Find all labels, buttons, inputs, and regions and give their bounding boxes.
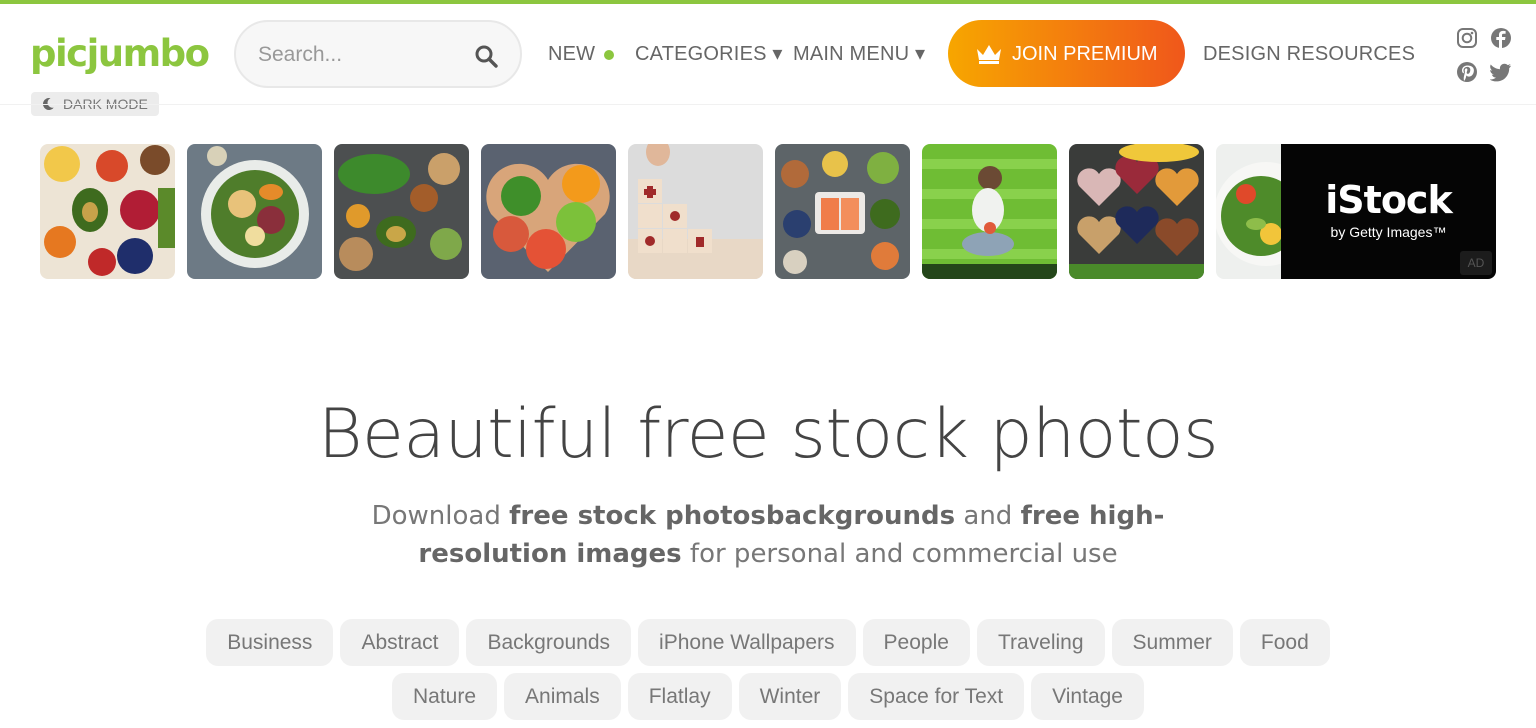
istock-ad-banner[interactable]: iStock by Getty Images™ AD xyxy=(1281,144,1496,279)
tag-food[interactable]: Food xyxy=(1239,619,1330,666)
superfood-spread-image xyxy=(334,144,469,279)
photo-thumbnail[interactable] xyxy=(334,144,469,279)
photo-thumbnail[interactable] xyxy=(481,144,616,279)
superfood-hearts-image xyxy=(1069,144,1204,279)
photo-thumbnail[interactable] xyxy=(40,144,175,279)
ad-badge: AD xyxy=(1460,251,1492,275)
nav-design-resources[interactable]: DESIGN RESOURCES xyxy=(1203,41,1415,67)
tag-space-for-text[interactable]: Space for Text xyxy=(848,673,1025,720)
nav-new[interactable]: NEW xyxy=(548,41,595,67)
photo-thumbnail[interactable] xyxy=(922,144,1057,279)
search-box[interactable] xyxy=(234,20,522,88)
tag-iphone-wallpapers[interactable]: iPhone Wallpapers xyxy=(638,619,856,666)
tags-row-1: Business Abstract Backgrounds iPhone Wal… xyxy=(0,619,1536,666)
fruit-heart-bowl-image xyxy=(481,144,616,279)
tag-people[interactable]: People xyxy=(862,619,970,666)
vegetables-flatlay-image xyxy=(40,144,175,279)
twitter-icon[interactable] xyxy=(1490,61,1512,83)
hero-subtitle: Download free stock photosbackgrounds an… xyxy=(371,501,1165,569)
facebook-icon[interactable] xyxy=(1490,27,1512,49)
photo-thumbnail[interactable] xyxy=(187,144,322,279)
pinterest-icon[interactable] xyxy=(1456,61,1478,83)
istock-tagline: by Getty Images™ xyxy=(1330,224,1447,240)
picnic-woman-image xyxy=(922,144,1057,279)
tag-summer[interactable]: Summer xyxy=(1111,619,1233,666)
salmon-vegetables-image xyxy=(775,144,910,279)
tag-animals[interactable]: Animals xyxy=(504,673,621,720)
photo-thumbnail[interactable] xyxy=(775,144,910,279)
tag-winter[interactable]: Winter xyxy=(738,673,842,720)
nav-main-menu[interactable]: MAIN MENU ▾ xyxy=(793,41,925,67)
join-premium-label: JOIN PREMIUM xyxy=(1012,43,1158,65)
search-icon[interactable] xyxy=(474,44,498,68)
tag-backgrounds[interactable]: Backgrounds xyxy=(466,619,632,666)
crown-icon xyxy=(977,45,1001,64)
tag-vintage[interactable]: Vintage xyxy=(1031,673,1144,720)
header-divider xyxy=(0,104,1536,105)
join-premium-button[interactable]: JOIN PREMIUM xyxy=(948,20,1185,87)
logo[interactable]: picjumbo xyxy=(30,30,210,78)
tag-abstract[interactable]: Abstract xyxy=(340,619,460,666)
top-accent-bar xyxy=(0,0,1536,4)
hero-title: Beautiful free stock photos xyxy=(317,395,1219,474)
instagram-icon[interactable] xyxy=(1456,27,1478,49)
tag-nature[interactable]: Nature xyxy=(392,673,498,720)
tag-traveling[interactable]: Traveling xyxy=(976,619,1105,666)
nav-categories[interactable]: CATEGORIES ▾ xyxy=(635,41,783,67)
new-indicator-dot xyxy=(604,50,614,60)
search-input[interactable] xyxy=(258,40,458,70)
tag-business[interactable]: Business xyxy=(206,619,334,666)
salad-bowl-image xyxy=(187,144,322,279)
photo-thumbnail[interactable] xyxy=(1069,144,1204,279)
tag-flatlay[interactable]: Flatlay xyxy=(627,673,732,720)
istock-logo: iStock xyxy=(1325,178,1452,222)
medical-blocks-image xyxy=(628,144,763,279)
tags-row-2: Nature Animals Flatlay Winter Space for … xyxy=(0,673,1536,720)
photo-thumbnail[interactable] xyxy=(628,144,763,279)
